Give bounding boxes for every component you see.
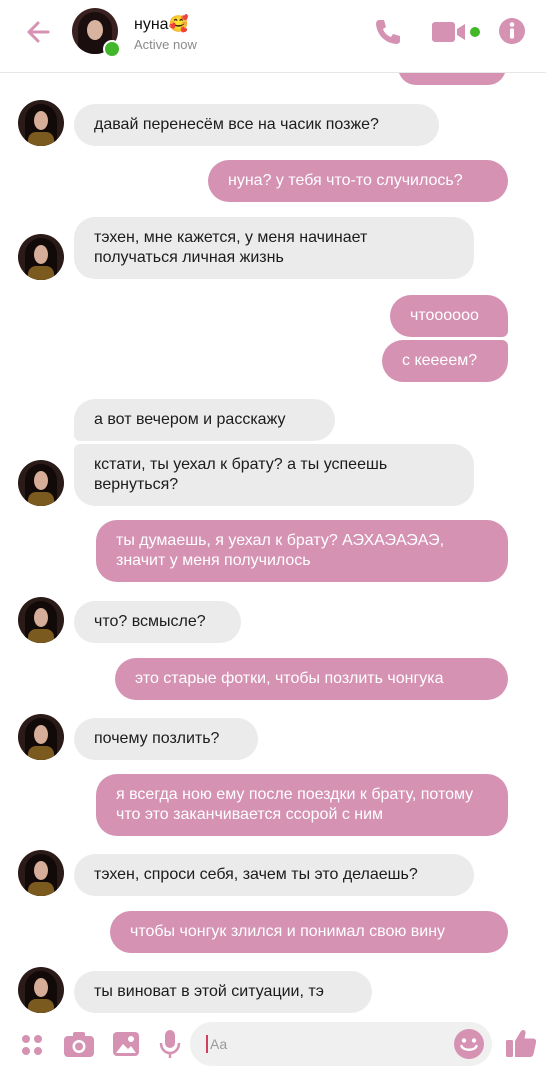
message-text: давай перенесём все на часик позже?: [94, 116, 379, 133]
message-text: нуна? у тебя что-то случилось?: [228, 172, 463, 189]
emoji-icon[interactable]: [453, 1028, 485, 1060]
message-text: кстати, ты уехал к брату? а ты успеешь в…: [94, 456, 388, 493]
message-text: что? всмысле?: [94, 613, 206, 630]
message-text: почему позлить?: [94, 730, 220, 747]
message-bubble-partial: [398, 73, 506, 85]
message-bubble-incoming[interactable]: тэхен, спроси себя, зачем ты это делаешь…: [74, 854, 474, 896]
microphone-icon[interactable]: [158, 1029, 182, 1059]
message-bubble-outgoing[interactable]: я всегда ною ему после поездки к брату, …: [96, 774, 508, 836]
message-text: это старые фотки, чтобы позлить чонгука: [135, 670, 444, 687]
contact-avatar-small: [18, 850, 64, 896]
contact-avatar-small: [18, 100, 64, 146]
contact-avatar-small: [18, 714, 64, 760]
message-bubble-incoming[interactable]: что? всмысле?: [74, 601, 241, 643]
message-text: а вот вечером и расскажу: [94, 411, 286, 428]
text-caret: [206, 1035, 208, 1053]
message-input-placeholder: Aa: [210, 1036, 228, 1052]
message-bubble-outgoing[interactable]: это старые фотки, чтобы позлить чонгука: [115, 658, 508, 700]
video-camera-icon[interactable]: [432, 20, 468, 44]
message-text: тэхен, спроси себя, зачем ты это делаешь…: [94, 866, 418, 883]
phone-icon[interactable]: [372, 16, 404, 48]
back-arrow-icon[interactable]: [22, 14, 58, 50]
active-status: Active now: [134, 37, 197, 52]
message-bubble-outgoing[interactable]: чтобы чонгук злился и понимал свою вину: [110, 911, 508, 953]
camera-icon[interactable]: [63, 1030, 95, 1058]
contact-avatar-small: [18, 460, 64, 506]
contact-avatar-small: [18, 967, 64, 1013]
message-bubble-incoming[interactable]: почему позлить?: [74, 718, 258, 760]
chat-header: нуна🥰 Active now: [0, 0, 546, 73]
video-online-indicator: [470, 27, 480, 37]
contact-avatar-small: [18, 234, 64, 280]
online-indicator: [103, 40, 121, 58]
message-bubble-outgoing[interactable]: чтоооооо: [390, 295, 508, 337]
message-bubble-incoming[interactable]: кстати, ты уехал к брату? а ты успеешь в…: [74, 444, 474, 506]
contact-name-emoji: 🥰: [168, 16, 189, 33]
message-bubble-incoming[interactable]: а вот вечером и расскажу: [74, 399, 335, 441]
message-text: чтоооооо: [410, 307, 479, 324]
message-text: тэхен, мне кажется, у меня начинает полу…: [94, 229, 368, 266]
message-bubble-incoming[interactable]: давай перенесём все на часик позже?: [74, 104, 439, 146]
thumbs-up-icon[interactable]: [505, 1027, 537, 1059]
message-input[interactable]: [190, 1022, 492, 1066]
info-icon[interactable]: [498, 17, 526, 45]
message-bubble-incoming[interactable]: ты виноват в этой ситуации, тэ: [74, 971, 372, 1013]
message-bubble-incoming[interactable]: тэхен, мне кажется, у меня начинает полу…: [74, 217, 474, 279]
message-bubble-outgoing[interactable]: нуна? у тебя что-то случилось?: [208, 160, 508, 202]
message-text: я всегда ною ему после поездки к брату, …: [116, 786, 474, 823]
message-bubble-outgoing[interactable]: с кеееем?: [382, 340, 508, 382]
image-icon[interactable]: [112, 1030, 140, 1058]
message-text: ты думаешь, я уехал к брату? АЭХАЭАЭАЭ, …: [116, 532, 445, 569]
contact-name[interactable]: нуна🥰: [134, 14, 189, 34]
apps-icon[interactable]: [20, 1033, 44, 1057]
message-text: с кеееем?: [402, 352, 478, 369]
message-text: ты виноват в этой ситуации, тэ: [94, 983, 324, 1000]
contact-avatar-small: [18, 597, 64, 643]
message-bubble-outgoing[interactable]: ты думаешь, я уехал к брату? АЭХАЭАЭАЭ, …: [96, 520, 508, 582]
contact-name-text: нуна: [134, 16, 169, 33]
message-list[interactable]: давай перенесём все на часик позже? нуна…: [0, 73, 546, 1020]
message-text: чтобы чонгук злился и понимал свою вину: [130, 923, 446, 940]
